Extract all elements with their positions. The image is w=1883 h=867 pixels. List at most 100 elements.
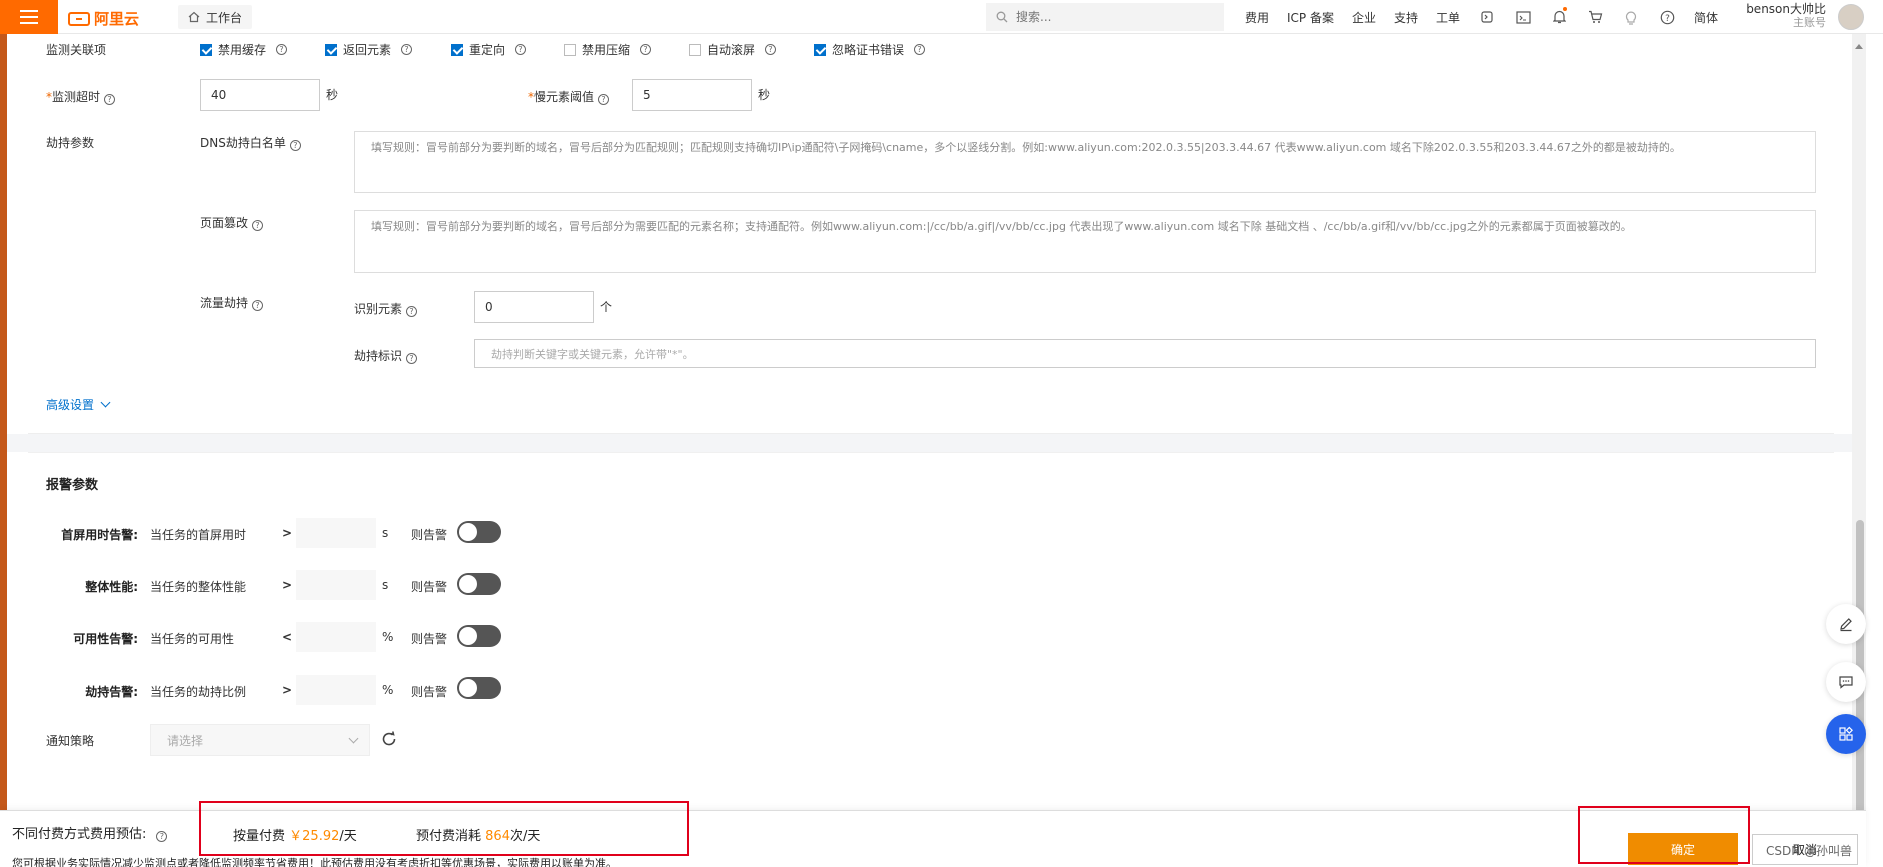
cost-estimate-note: 您可根据业务实际情况减少监测点或者降低监测频率节省费用！此预估费用没有考虑折扣等… (12, 857, 617, 867)
help-icon[interactable]: ? (598, 94, 610, 105)
lightbulb-icon[interactable] (1613, 0, 1649, 34)
search-input[interactable] (1016, 10, 1206, 24)
checkbox-ignore-cert-errors-box[interactable] (814, 43, 826, 56)
aliyun-logo-icon (68, 11, 90, 26)
slow-element-unit: 秒 (758, 88, 771, 102)
checkbox-auto-scroll-box[interactable] (689, 43, 701, 56)
availability-threshold-input[interactable] (296, 622, 376, 652)
timeout-unit: 秒 (326, 88, 339, 102)
checkbox-redirect-box[interactable] (451, 43, 463, 56)
checkbox-disable-cache-box[interactable] (200, 43, 212, 56)
language-switch[interactable]: 简体 (1685, 9, 1727, 26)
bell-icon[interactable] (1541, 0, 1577, 34)
hijack-section-label: 劫持参数 (46, 136, 95, 150)
cart-icon[interactable] (1577, 0, 1613, 34)
help-icon[interactable]: ? (515, 44, 527, 55)
apps-icon (1839, 726, 1853, 741)
user-menu[interactable]: benson大帅比 主账号 (1742, 2, 1826, 30)
help-icon[interactable]: ? (289, 140, 301, 151)
hijack-mark-input[interactable]: 劫持判断关键字或关键元素，允许带"*"。 (474, 339, 1816, 368)
nav-link-icp[interactable]: ICP 备案 (1278, 9, 1343, 26)
timeout-label: *监测超时? (46, 88, 116, 105)
nav-link-ticket[interactable]: 工单 (1427, 9, 1469, 26)
help-icon[interactable]: ? (1649, 0, 1685, 34)
edit-icon (1840, 618, 1852, 632)
checkbox-auto-scroll[interactable]: 自动滚屏? (689, 41, 777, 58)
performance-threshold-input[interactable] (296, 570, 376, 600)
top-nav-links: 费用 ICP 备案 企业 支持 工单 ? 简体 (1236, 0, 1727, 34)
highlight-box-cost (199, 801, 689, 856)
cost-estimate-label: 不同付费方式费用预估:? (12, 823, 168, 842)
checkbox-disable-cache[interactable]: 禁用缓存? (200, 41, 288, 58)
identify-element-input[interactable]: 0 (474, 291, 594, 323)
nav-link-enterprise[interactable]: 企业 (1343, 9, 1385, 26)
hijack-mark-label: 劫持标识? (354, 347, 418, 364)
menu-icon[interactable] (0, 0, 58, 34)
checkbox-redirect[interactable]: 重定向? (451, 41, 527, 58)
page-tamper-textarea[interactable]: 填写规则：冒号前部分为要判断的域名，冒号后部分为需要匹配的元素名称；支持通配符。… (354, 210, 1816, 273)
cloud-shell-icon[interactable] (1469, 0, 1505, 34)
timeout-input[interactable]: 40 (200, 79, 320, 111)
help-icon[interactable]: ? (765, 44, 777, 55)
dns-whitelist-textarea[interactable]: 填写规则：冒号前部分为要判断的域名，冒号后部分为匹配规则；匹配规则支持确切IP\… (354, 131, 1816, 193)
help-icon[interactable]: ? (406, 306, 418, 317)
checkbox-ignore-cert-errors[interactable]: 忽略证书错误? (814, 41, 926, 58)
identify-element-unit: 个 (600, 300, 613, 314)
help-icon[interactable]: ? (252, 300, 264, 311)
help-icon[interactable]: ? (156, 831, 168, 842)
help-icon[interactable]: ? (104, 94, 116, 105)
help-icon[interactable]: ? (406, 353, 418, 364)
help-icon[interactable]: ? (640, 44, 652, 55)
chat-icon (1839, 676, 1853, 689)
apps-float-button[interactable] (1826, 714, 1866, 754)
help-icon[interactable]: ? (276, 44, 288, 55)
search-box[interactable] (986, 3, 1224, 31)
slow-element-label: *慢元素阈值? (528, 88, 610, 105)
availability-alarm-toggle[interactable] (457, 625, 501, 647)
section-divider (7, 434, 1852, 452)
home-icon (188, 11, 200, 23)
performance-alarm-toggle[interactable] (457, 573, 501, 595)
traffic-hijack-label: 流量劫持? (200, 294, 264, 311)
nav-link-billing[interactable]: 费用 (1236, 9, 1278, 26)
notify-policy-select[interactable]: 请选择 (150, 724, 370, 756)
workbench-button[interactable]: 工作台 (178, 5, 253, 29)
scroll-up-arrow[interactable] (1855, 44, 1863, 49)
checkbox-disable-compression[interactable]: 禁用压缩? (564, 41, 652, 58)
page-tamper-label: 页面篡改? (200, 214, 264, 231)
first-screen-alarm-toggle[interactable] (457, 521, 501, 543)
user-role: 主账号 (1793, 16, 1826, 29)
svg-text:?: ? (1665, 14, 1670, 24)
search-icon (996, 11, 1008, 23)
checkbox-disable-compression-box[interactable] (564, 43, 576, 56)
highlight-box-confirm (1578, 806, 1750, 864)
chat-float-button[interactable] (1826, 662, 1866, 702)
hijack-threshold-input[interactable] (296, 675, 376, 705)
help-icon[interactable]: ? (401, 44, 413, 55)
nav-link-support[interactable]: 支持 (1385, 9, 1427, 26)
identify-element-label: 识别元素? (354, 300, 418, 317)
first-screen-threshold-input[interactable] (296, 518, 376, 548)
slow-element-input[interactable]: 5 (632, 79, 752, 111)
monitor-options-label: 监测关联项 (46, 43, 107, 57)
dns-whitelist-label: DNS劫持白名单? (200, 134, 301, 151)
top-navbar: 阿里云 工作台 费用 ICP 备案 企业 支持 工单 ? 简体 (0, 0, 1883, 34)
checkbox-return-elements-box[interactable] (325, 43, 337, 56)
avatar[interactable] (1838, 4, 1864, 30)
refresh-icon[interactable] (380, 730, 398, 748)
advanced-settings-toggle[interactable]: 高级设置 (46, 396, 111, 413)
hijack-alarm-toggle[interactable] (457, 677, 501, 699)
csdn-watermark: CSDN @孙叫兽 (1766, 844, 1853, 858)
notification-dot (1563, 7, 1568, 11)
aliyun-logo[interactable]: 阿里云 (68, 8, 139, 29)
notify-policy-label: 通知策略 (46, 734, 95, 748)
alarm-section-title: 报警参数 (46, 478, 99, 493)
edit-float-button[interactable] (1826, 604, 1866, 644)
chevron-down-icon (348, 733, 359, 744)
terminal-icon[interactable] (1505, 0, 1541, 34)
help-icon[interactable]: ? (252, 220, 264, 231)
checkbox-return-elements[interactable]: 返回元素? (325, 41, 413, 58)
chevron-down-icon (100, 397, 111, 408)
help-icon[interactable]: ? (914, 44, 926, 55)
user-name: benson大帅比 (1746, 2, 1826, 16)
